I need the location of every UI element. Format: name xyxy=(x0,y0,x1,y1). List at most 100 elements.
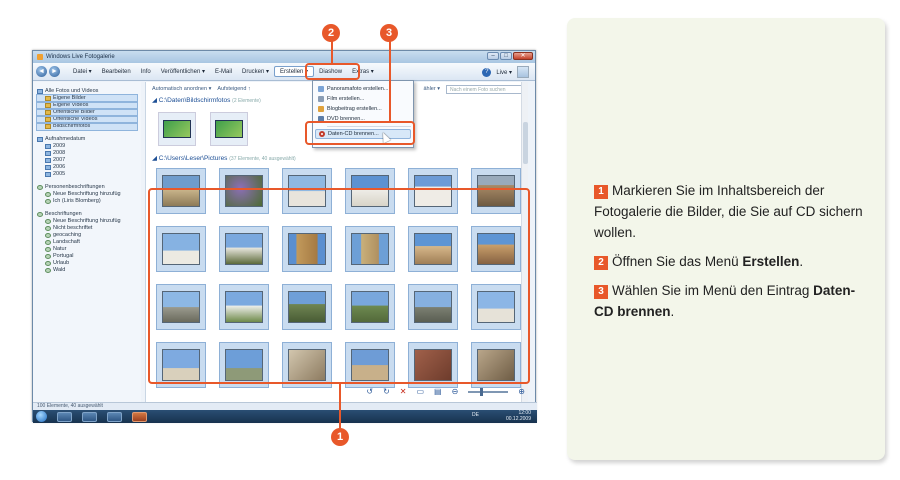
step-text: Öffnen Sie das Menü xyxy=(612,254,743,269)
tag-icon xyxy=(45,219,51,224)
forward-arrow-icon[interactable]: ► xyxy=(49,66,60,77)
windows-taskbar: DE 12:00 00.12.2009 xyxy=(33,410,537,423)
sort-mode-button[interactable]: Automatisch anordnen ▾ xyxy=(152,86,211,92)
close-button[interactable]: ✕ xyxy=(513,52,533,60)
tag-icon xyxy=(45,254,51,259)
nav-tag[interactable]: Portugal xyxy=(37,253,137,260)
calendar-icon xyxy=(45,144,51,149)
search-input[interactable]: Nach einem Foto suchen xyxy=(446,85,526,94)
zoom-in-icon[interactable]: ⊕ xyxy=(518,387,525,396)
menu-datei[interactable]: Datei ▾ xyxy=(68,68,97,75)
start-button[interactable] xyxy=(36,411,47,422)
menu-item-film[interactable]: Film erstellen... xyxy=(315,94,411,104)
calendar-icon xyxy=(45,158,51,163)
nav-tag[interactable]: Landschaft xyxy=(37,239,137,246)
photo-thumbnail[interactable] xyxy=(158,112,196,146)
zoom-slider[interactable] xyxy=(468,387,509,396)
sort-direction-button[interactable]: Aufsteigend ↑ xyxy=(217,86,250,92)
nav-item-folder[interactable]: Öffentliche Videos xyxy=(36,115,138,124)
minimize-button[interactable]: – xyxy=(487,52,499,60)
folder-icon xyxy=(45,103,51,108)
help-icon[interactable]: ? xyxy=(482,67,492,77)
person-icon xyxy=(45,192,51,197)
menu-item-panorama[interactable]: Panoramafoto erstellen... xyxy=(315,84,411,94)
clock-date: 00.12.2009 xyxy=(505,415,531,422)
menu-bar: ◄ ► Datei ▾ Bearbeiten Info Veröffentlic… xyxy=(33,63,535,81)
live-menu[interactable]: Live ▾ xyxy=(496,69,512,76)
title-bar: Windows Live Fotogalerie – □ ✕ xyxy=(33,51,535,63)
nav-tag-label: Nicht beschriftet xyxy=(53,225,93,231)
date-group: Aufnahmedatum 2009 2008 2007 2006 2005 xyxy=(37,136,137,178)
menu-item-label: Film erstellen... xyxy=(327,96,365,102)
nav-people-heading[interactable]: Personenbeschriftungen xyxy=(37,184,137,191)
menu-bearbeiten[interactable]: Bearbeiten xyxy=(97,69,136,75)
nav-tags-heading[interactable]: Beschriftungen xyxy=(37,211,137,218)
nav-tag-label: Landschaft xyxy=(53,239,80,245)
menu-veroeffentlichen[interactable]: Veröffentlichen ▾ xyxy=(156,68,210,75)
language-indicator[interactable]: DE xyxy=(472,412,479,419)
nav-year[interactable]: 2005 xyxy=(37,171,137,178)
maximize-button[interactable]: □ xyxy=(500,52,512,60)
callout-badge-1: 1 xyxy=(331,428,349,446)
nav-tag[interactable]: Neue Beschriftung hinzufüg xyxy=(37,218,137,225)
slideshow-icon[interactable]: ▭ xyxy=(416,387,424,396)
nav-buttons: ◄ ► xyxy=(36,66,60,77)
folder-icon xyxy=(45,124,51,129)
menu-email[interactable]: E-Mail xyxy=(210,69,237,75)
nav-tag[interactable]: Wald xyxy=(37,267,137,274)
photo-thumbnail[interactable] xyxy=(210,112,248,146)
screenshot-image xyxy=(163,120,191,138)
tag-icon xyxy=(45,268,51,273)
rotate-left-icon[interactable]: ↺ xyxy=(366,387,373,396)
nav-tag-label: Wald xyxy=(53,267,66,273)
nav-item-folder[interactable]: Eigene Videos xyxy=(36,101,138,110)
nav-year[interactable]: 2009 xyxy=(37,143,137,150)
section-header-pictures[interactable]: ◢ C:\Users\Leser\Pictures (37 Elemente, … xyxy=(146,154,528,164)
taskbar-photogallery-icon[interactable] xyxy=(132,411,147,422)
nav-tag[interactable]: Natur xyxy=(37,246,137,253)
step-number: 1 xyxy=(594,185,608,199)
callout-leader-2 xyxy=(331,40,333,64)
nav-item-all[interactable]: Alle Fotos und Videos xyxy=(37,88,137,95)
taskbar-ie-icon[interactable] xyxy=(57,411,72,422)
nav-item-all-label: Alle Fotos und Videos xyxy=(45,88,99,94)
nav-item-folder[interactable]: Bildschirmfotos xyxy=(36,122,138,131)
nav-year-label: 2008 xyxy=(53,150,66,156)
nav-year[interactable]: 2006 xyxy=(37,164,137,171)
back-arrow-icon[interactable]: ◄ xyxy=(36,66,47,77)
tag-icon xyxy=(45,226,51,231)
nav-date-heading[interactable]: Aufnahmedatum xyxy=(37,136,137,143)
menu-info[interactable]: Info xyxy=(136,69,156,75)
nav-item-folder[interactable]: Öffentliche Bilder xyxy=(36,108,138,117)
section-count: (2 Elemente) xyxy=(232,98,261,104)
nav-tag[interactable]: geocaching xyxy=(37,232,137,239)
tag-icon xyxy=(37,212,43,217)
callout-badge-2: 2 xyxy=(322,24,340,42)
nav-tag[interactable]: Nicht beschriftet xyxy=(37,225,137,232)
menu-item-blog[interactable]: Blogbeitrag erstellen... xyxy=(315,104,411,114)
taskbar-explorer-icon[interactable] xyxy=(82,411,97,422)
callout-box-erstellen xyxy=(305,63,360,80)
calendar-icon xyxy=(45,172,51,177)
nav-person[interactable]: Ich (Liris Blomberg) xyxy=(37,198,137,205)
user-picture-icon[interactable] xyxy=(517,66,529,78)
callout-box-daten-cd xyxy=(305,121,415,145)
nav-item-folder[interactable]: Eigene Bilder xyxy=(36,94,138,103)
menu-drucken[interactable]: Drucken ▾ xyxy=(237,68,274,75)
rotate-right-icon[interactable]: ↻ xyxy=(383,387,390,396)
folder-icon xyxy=(45,110,51,115)
delete-icon[interactable]: ✕ xyxy=(400,387,407,396)
taskbar-media-icon[interactable] xyxy=(107,411,122,422)
nav-year-label: 2009 xyxy=(53,143,66,149)
nav-item-folder-label: Öffentliche Videos xyxy=(53,116,98,122)
nav-tag[interactable]: Urlaub xyxy=(37,260,137,267)
nav-year[interactable]: 2008 xyxy=(37,150,137,157)
nav-person[interactable]: Neue Beschriftung hinzufüg xyxy=(37,191,137,198)
scrollbar-thumb[interactable] xyxy=(523,122,528,164)
nav-year[interactable]: 2007 xyxy=(37,157,137,164)
zoom-out-icon[interactable]: ⊖ xyxy=(452,387,459,396)
blog-icon xyxy=(318,106,324,112)
filter-button[interactable]: ähler ▾ xyxy=(423,86,440,92)
nav-people-heading-label: Personenbeschriftungen xyxy=(45,184,105,190)
details-view-icon[interactable]: ▤ xyxy=(434,387,442,396)
